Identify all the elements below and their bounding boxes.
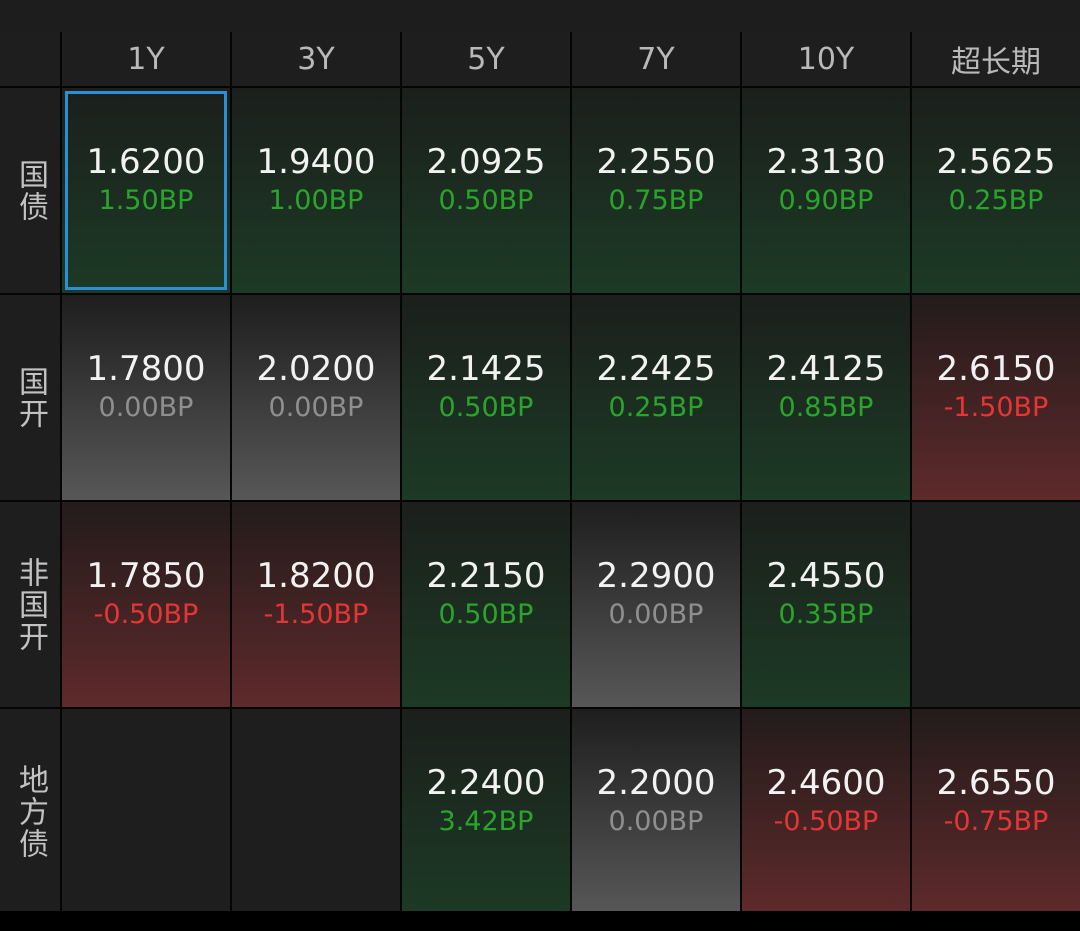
yield-value: 2.2425 xyxy=(596,348,716,389)
yield-cell[interactable]: 2.0200 0.00BP xyxy=(232,295,400,500)
column-header-10y[interactable]: 10Y xyxy=(742,32,910,86)
row-label: 国债 xyxy=(0,88,60,293)
yield-cell[interactable]: 2.6550 -0.75BP xyxy=(912,709,1080,914)
yield-change: 0.50BP xyxy=(438,391,534,423)
yield-value: 2.0200 xyxy=(256,348,376,389)
yield-cell[interactable]: 2.0925 0.50BP xyxy=(402,88,570,293)
yield-value: 2.2900 xyxy=(596,555,716,596)
yield-cell[interactable]: 2.2425 0.25BP xyxy=(572,295,740,500)
yield-cell[interactable]: 2.3130 0.90BP xyxy=(742,88,910,293)
row-label: 非国开 xyxy=(0,502,60,707)
yield-value: 2.0925 xyxy=(426,141,546,182)
yield-cell[interactable]: 2.2000 0.00BP xyxy=(572,709,740,914)
yield-change: 3.42BP xyxy=(438,805,534,837)
yield-value: 2.6150 xyxy=(936,348,1056,389)
top-bar xyxy=(0,0,1080,33)
yield-change: -0.50BP xyxy=(93,598,199,630)
yield-cell[interactable]: 1.7850 -0.50BP xyxy=(62,502,230,707)
yield-value: 1.9400 xyxy=(256,141,376,182)
yield-change: 0.35BP xyxy=(778,598,874,630)
yield-change: -0.75BP xyxy=(943,805,1049,837)
yield-change: 0.50BP xyxy=(438,598,534,630)
column-header-3y[interactable]: 3Y xyxy=(232,32,400,86)
yield-cell[interactable]: 1.6200 1.50BP xyxy=(62,88,230,293)
yield-value: 2.4600 xyxy=(766,762,886,803)
yield-change: 0.00BP xyxy=(98,391,194,423)
column-header-1y[interactable]: 1Y xyxy=(62,32,230,86)
yield-change: 0.25BP xyxy=(608,391,704,423)
yield-value: 1.7850 xyxy=(86,555,206,596)
yield-cell[interactable]: 2.4550 0.35BP xyxy=(742,502,910,707)
yield-cell[interactable]: 2.4600 -0.50BP xyxy=(742,709,910,914)
yield-value: 2.4125 xyxy=(766,348,886,389)
yield-cell[interactable]: 2.2400 3.42BP xyxy=(402,709,570,914)
yield-change: 1.50BP xyxy=(98,184,194,216)
column-header-5y[interactable]: 5Y xyxy=(402,32,570,86)
row-label: 地方债 xyxy=(0,709,60,914)
yield-cell[interactable]: 2.6150 -1.50BP xyxy=(912,295,1080,500)
yield-cell[interactable]: 1.9400 1.00BP xyxy=(232,88,400,293)
yield-value: 2.1425 xyxy=(426,348,546,389)
yield-change: 0.50BP xyxy=(438,184,534,216)
yield-value: 1.7800 xyxy=(86,348,206,389)
yield-cell[interactable]: 2.2900 0.00BP xyxy=(572,502,740,707)
yield-change: -1.50BP xyxy=(943,391,1049,423)
yield-change: 1.00BP xyxy=(268,184,364,216)
grid-corner xyxy=(0,32,60,86)
yield-change: 0.25BP xyxy=(948,184,1044,216)
row-label: 国开 xyxy=(0,295,60,500)
yield-value: 2.5625 xyxy=(936,141,1056,182)
yield-value: 2.6550 xyxy=(936,762,1056,803)
bottom-bar xyxy=(0,911,1080,931)
yield-change: 0.85BP xyxy=(778,391,874,423)
yield-change: 0.00BP xyxy=(608,805,704,837)
yield-value: 2.2550 xyxy=(596,141,716,182)
yield-change: 0.00BP xyxy=(608,598,704,630)
yield-value: 2.2150 xyxy=(426,555,546,596)
yield-cell[interactable]: 2.4125 0.85BP xyxy=(742,295,910,500)
yield-cell[interactable]: 2.5625 0.25BP xyxy=(912,88,1080,293)
yield-value: 2.3130 xyxy=(766,141,886,182)
yield-value: 1.8200 xyxy=(256,555,376,596)
yield-value: 2.2000 xyxy=(596,762,716,803)
column-header-7y[interactable]: 7Y xyxy=(572,32,740,86)
yield-cell[interactable]: 1.8200 -1.50BP xyxy=(232,502,400,707)
yield-cell[interactable]: 2.2550 0.75BP xyxy=(572,88,740,293)
yield-cell[interactable]: 1.7800 0.00BP xyxy=(62,295,230,500)
yield-change: -0.50BP xyxy=(773,805,879,837)
empty-cell xyxy=(232,709,400,914)
empty-cell xyxy=(912,502,1080,707)
yield-cell[interactable]: 2.2150 0.50BP xyxy=(402,502,570,707)
yield-value: 2.2400 xyxy=(426,762,546,803)
column-header-ultra-long[interactable]: 超长期 xyxy=(912,32,1080,86)
yield-change: 0.00BP xyxy=(268,391,364,423)
yield-grid: 1Y 3Y 5Y 7Y 10Y 超长期 国债 1.6200 1.50BP 1.9400… xyxy=(0,32,1080,914)
yield-change: 0.90BP xyxy=(778,184,874,216)
yield-value: 2.4550 xyxy=(766,555,886,596)
yield-change: -1.50BP xyxy=(263,598,369,630)
yield-change: 0.75BP xyxy=(608,184,704,216)
empty-cell xyxy=(62,709,230,914)
yield-cell[interactable]: 2.1425 0.50BP xyxy=(402,295,570,500)
yield-value: 1.6200 xyxy=(86,141,206,182)
